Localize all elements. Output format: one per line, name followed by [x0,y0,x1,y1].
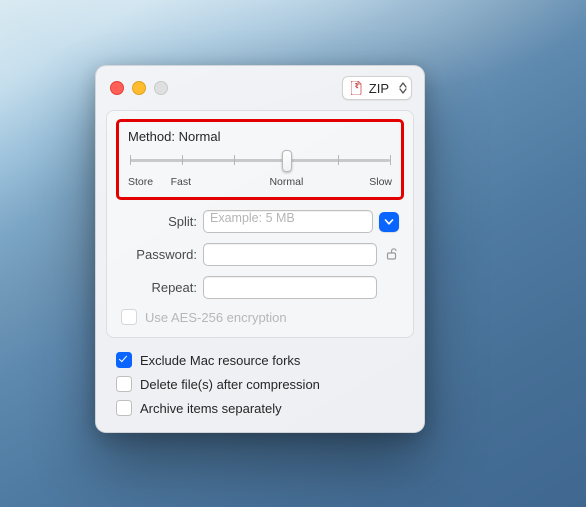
method-highlight: Method: Normal Store Fast Normal Slow [116,119,404,200]
format-select-label: ZIP [369,81,389,96]
repeat-row: Repeat: . [121,276,399,299]
aes-encryption-label: Use AES-256 encryption [145,310,287,325]
compression-panel: Method: Normal Store Fast Normal Slow [106,110,414,338]
slider-thumb[interactable] [282,150,292,172]
slider-track [130,159,390,162]
password-input[interactable] [203,243,377,266]
extra-options: Exclude Mac resource forks Delete file(s… [96,338,424,432]
exclude-resource-forks-checkbox[interactable] [116,352,132,368]
aes-encryption-row: Use AES-256 encryption [121,309,399,325]
chevron-down-icon [384,218,394,226]
stepper-icon [399,82,407,94]
zoom-button[interactable] [154,81,168,95]
unlock-icon[interactable] [383,247,399,263]
repeat-label: Repeat: [121,280,197,295]
exclude-resource-forks-label: Exclude Mac resource forks [140,353,300,368]
close-button[interactable] [110,81,124,95]
minimize-button[interactable] [132,81,146,95]
archive-separately-row: Archive items separately [116,400,410,416]
titlebar: ZIP [96,66,424,110]
method-label: Method: Normal [128,129,392,144]
archive-separately-checkbox[interactable] [116,400,132,416]
delete-after-checkbox[interactable] [116,376,132,392]
exclude-resource-forks-row: Exclude Mac resource forks [116,352,410,368]
repeat-input[interactable] [203,276,377,299]
slider-labels: Store Fast Normal Slow [128,176,392,190]
split-dropdown-button[interactable] [379,212,399,232]
password-label: Password: [121,247,197,262]
zip-doc-icon [351,81,363,95]
split-row: Split: Example: 5 MB [121,210,399,233]
window-controls [110,81,168,95]
archive-separately-label: Archive items separately [140,401,282,416]
split-label: Split: [121,214,197,229]
keka-options-window: ZIP Method: Normal [95,65,425,433]
delete-after-row: Delete file(s) after compression [116,376,410,392]
aes-encryption-checkbox [121,309,137,325]
delete-after-label: Delete file(s) after compression [140,377,320,392]
format-select[interactable]: ZIP [342,76,412,100]
password-row: Password: [121,243,399,266]
compression-slider[interactable] [130,150,390,170]
split-input[interactable]: Example: 5 MB [203,210,373,233]
desktop-wallpaper: ZIP Method: Normal [0,0,586,507]
